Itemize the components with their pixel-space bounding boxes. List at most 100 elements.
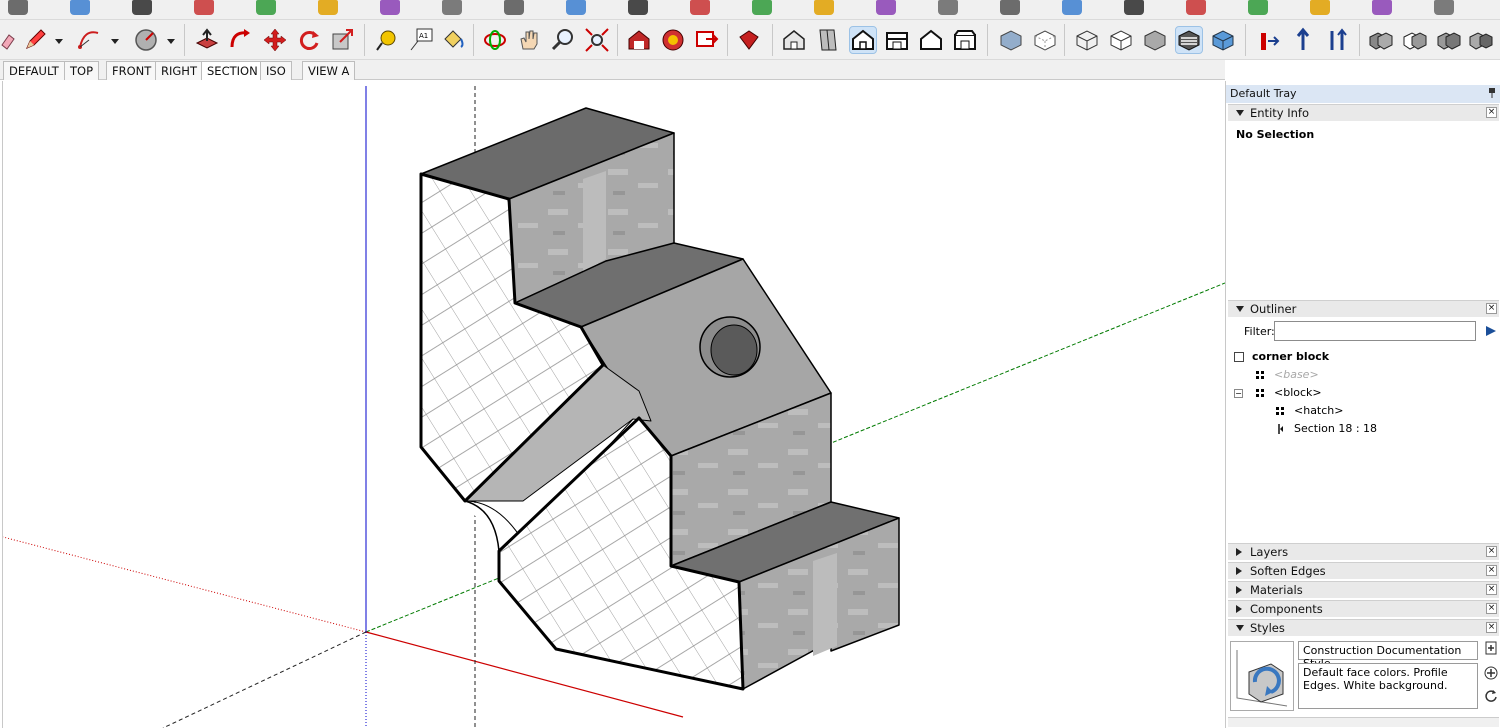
toolbar-top-icon[interactable] xyxy=(1248,0,1268,15)
monochrome-icon[interactable] xyxy=(1210,27,1236,53)
tape-measure-icon[interactable] xyxy=(374,27,400,53)
back-view-icon[interactable] xyxy=(918,27,944,53)
add-style-icon[interactable] xyxy=(1484,666,1498,683)
toolbar-top-icon[interactable] xyxy=(70,0,90,15)
follow-me-icon[interactable] xyxy=(228,27,254,53)
warehouse-icon[interactable] xyxy=(626,27,652,53)
close-icon[interactable]: × xyxy=(1486,303,1497,314)
panel-entity-info[interactable]: Entity Info × xyxy=(1228,104,1499,121)
scene-tab-section[interactable]: SECTION xyxy=(201,61,264,80)
close-icon[interactable]: × xyxy=(1486,565,1497,576)
toolbar-top-icon[interactable] xyxy=(194,0,214,15)
push-pull-icon[interactable] xyxy=(194,27,220,53)
arc-icon[interactable] xyxy=(76,27,102,53)
xray-icon[interactable] xyxy=(998,27,1024,53)
pencil-dropdown-icon[interactable] xyxy=(55,39,63,44)
toolbar-top-icon[interactable] xyxy=(318,0,338,15)
zoom-icon[interactable] xyxy=(550,27,576,53)
close-icon[interactable]: × xyxy=(1486,603,1497,614)
toolbar-top-icon[interactable] xyxy=(1434,0,1454,15)
style-name-field[interactable]: Construction Documentation Style xyxy=(1298,641,1478,670)
paint-bucket-icon[interactable] xyxy=(440,27,466,53)
expand-toggle-icon[interactable]: − xyxy=(1234,389,1243,398)
corner-block-model[interactable] xyxy=(419,107,900,691)
solid-union-icon[interactable] xyxy=(1368,27,1394,53)
close-icon[interactable]: × xyxy=(1486,107,1497,118)
text-icon[interactable]: A1 xyxy=(408,27,434,53)
circle-icon[interactable] xyxy=(133,27,159,53)
toolbar-top-icon[interactable] xyxy=(752,0,772,15)
toolbar-top-icon[interactable] xyxy=(628,0,648,15)
scene-tab-right[interactable]: RIGHT xyxy=(155,61,203,80)
toolbar-top-icon[interactable] xyxy=(814,0,834,15)
toolbar-top-icon[interactable] xyxy=(938,0,958,15)
top-view-icon[interactable] xyxy=(815,27,841,53)
share-model-icon[interactable] xyxy=(694,27,720,53)
orbit-icon[interactable] xyxy=(482,27,508,53)
shape-dropdown-icon[interactable] xyxy=(167,39,175,44)
toolbar-top-icon[interactable] xyxy=(442,0,462,15)
scene-tab-front[interactable]: FRONT xyxy=(106,61,158,80)
panel-components[interactable]: Components × xyxy=(1228,600,1499,617)
shaded-textures-icon[interactable] xyxy=(1175,26,1203,54)
update-style-icon[interactable] xyxy=(1484,688,1498,705)
toolbar-top-icon[interactable] xyxy=(1372,0,1392,15)
toolbar-top-icon[interactable] xyxy=(132,0,152,15)
panel-materials[interactable]: Materials × xyxy=(1228,581,1499,598)
toolbar-top-icon[interactable] xyxy=(380,0,400,15)
iso-view-icon[interactable] xyxy=(781,27,807,53)
left-view-icon[interactable] xyxy=(952,27,978,53)
arc-dropdown-icon[interactable] xyxy=(111,39,119,44)
panel-outliner[interactable]: Outliner × xyxy=(1228,300,1499,317)
toolbar-top-icon[interactable] xyxy=(256,0,276,15)
toolbar-top-icon[interactable] xyxy=(504,0,524,15)
scene-tab-default[interactable]: DEFAULT xyxy=(3,61,65,80)
shaded-icon[interactable] xyxy=(1142,27,1168,53)
close-icon[interactable]: × xyxy=(1486,546,1497,557)
pan-icon[interactable] xyxy=(516,27,542,53)
pin-icon[interactable] xyxy=(1488,87,1496,98)
back-edges-icon[interactable] xyxy=(1032,27,1058,53)
panel-soften-edges[interactable]: Soften Edges × xyxy=(1228,562,1499,579)
outliner-filter-input[interactable] xyxy=(1274,321,1476,341)
style-thumbnail[interactable] xyxy=(1230,641,1294,711)
toolbar-top-icon[interactable] xyxy=(1310,0,1330,15)
scene-tab-top[interactable]: TOP xyxy=(64,61,100,80)
solid-trim-icon[interactable] xyxy=(1468,27,1494,53)
panel-styles[interactable]: Styles × xyxy=(1228,619,1499,636)
toolbar-top-icon[interactable] xyxy=(1124,0,1144,15)
close-icon[interactable]: × xyxy=(1486,584,1497,595)
solid-intersect-icon[interactable] xyxy=(1436,27,1462,53)
toolbar-top-icon[interactable] xyxy=(1000,0,1020,15)
extension-warehouse-icon[interactable] xyxy=(736,27,762,53)
toolbar-top-icon[interactable] xyxy=(1186,0,1206,15)
components-icon[interactable] xyxy=(660,27,686,53)
display-section-cuts-icon[interactable] xyxy=(1324,27,1350,53)
toolbar-top-icon[interactable] xyxy=(566,0,586,15)
display-section-planes-icon[interactable] xyxy=(1290,27,1316,53)
solid-subtract-icon[interactable] xyxy=(1402,27,1428,53)
move-icon[interactable] xyxy=(262,27,288,53)
close-icon[interactable]: × xyxy=(1486,622,1497,633)
front-view-icon[interactable] xyxy=(849,26,877,54)
scene-tab-iso[interactable]: ISO xyxy=(260,61,292,80)
create-style-icon[interactable] xyxy=(1485,641,1497,658)
right-view-icon[interactable] xyxy=(884,27,910,53)
scale-icon[interactable] xyxy=(330,27,356,53)
toolbar-top-icon[interactable] xyxy=(876,0,896,15)
toolbar-top-icon[interactable] xyxy=(690,0,710,15)
model-canvas[interactable] xyxy=(3,81,1225,728)
toolbar-top-icon[interactable] xyxy=(8,0,28,15)
section-plane-icon[interactable] xyxy=(1256,27,1282,53)
toolbar-top-icon[interactable] xyxy=(1062,0,1082,15)
wireframe-icon[interactable] xyxy=(1074,27,1100,53)
outliner-menu-icon[interactable] xyxy=(1484,324,1498,341)
scene-tab-view-a[interactable]: VIEW A xyxy=(302,61,356,80)
style-description-field[interactable]: Default face colors. Profile Edges. Whit… xyxy=(1298,663,1478,709)
pencil-icon[interactable] xyxy=(22,27,48,53)
hidden-line-icon[interactable] xyxy=(1108,27,1134,53)
panel-layers[interactable]: Layers × xyxy=(1228,543,1499,560)
model-viewport[interactable] xyxy=(2,81,1225,728)
zoom-extents-icon[interactable] xyxy=(584,27,610,53)
rotate-icon[interactable] xyxy=(296,27,322,53)
